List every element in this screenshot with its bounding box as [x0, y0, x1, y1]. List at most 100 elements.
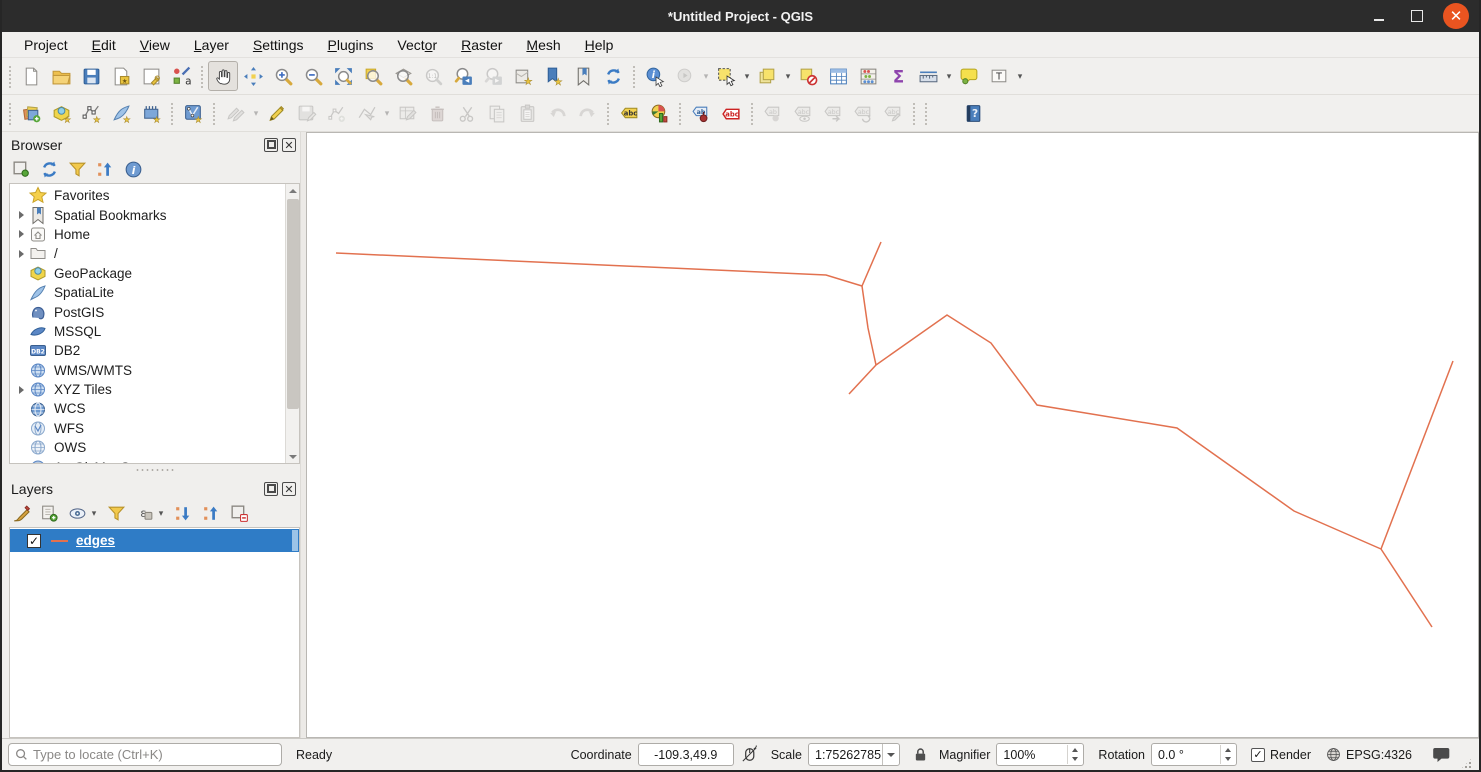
deselect-features-button[interactable]	[793, 61, 823, 91]
toolbar-handle[interactable]	[911, 101, 917, 125]
browser-float-button[interactable]	[264, 138, 278, 152]
zoom-full-button[interactable]	[328, 61, 358, 91]
rotation-spinbox[interactable]: 0.0 °	[1151, 743, 1237, 766]
zoom-last-button[interactable]	[448, 61, 478, 91]
magnifier-down-arrow[interactable]	[1068, 755, 1082, 765]
render-checkbox-group[interactable]: ✓ Render	[1251, 748, 1311, 762]
layers-close-button[interactable]: ✕	[282, 482, 296, 496]
vertex-tool-button[interactable]	[351, 98, 381, 128]
current-edits-button[interactable]	[220, 98, 250, 128]
show-statistical-summary-button[interactable]: Σ	[883, 61, 913, 91]
properties-widget-icon[interactable]: i	[123, 159, 144, 180]
browser-item-wfs[interactable]: WFS	[10, 419, 299, 438]
open-data-source-manager-button[interactable]	[16, 98, 46, 128]
save-layer-edits-button[interactable]	[291, 98, 321, 128]
collapse-all-icon[interactable]	[95, 159, 116, 180]
rotate-label-button[interactable]: abc	[848, 98, 878, 128]
show-spatial-bookmarks-button[interactable]	[568, 61, 598, 91]
new-print-layout-button[interactable]: ★	[106, 61, 136, 91]
show-hide-labels-button[interactable]: abc	[788, 98, 818, 128]
select-features-by-value-button[interactable]	[752, 61, 782, 91]
show-layout-manager-button[interactable]	[136, 61, 166, 91]
zoom-to-layer-button[interactable]	[388, 61, 418, 91]
layers-float-button[interactable]	[264, 482, 278, 496]
menu-help[interactable]: Help	[573, 34, 626, 56]
layer-row-edges[interactable]: ✓ edges	[10, 529, 299, 552]
refresh-map-button[interactable]	[598, 61, 628, 91]
log-messages-bubble-icon[interactable]	[1432, 746, 1452, 764]
toolbar-handle[interactable]	[199, 64, 205, 88]
add-group-icon[interactable]	[39, 503, 60, 524]
move-label-button[interactable]: abc	[818, 98, 848, 128]
new-map-view-button[interactable]: ★	[508, 61, 538, 91]
browser-item-geopackage[interactable]: GeoPackage	[10, 264, 299, 283]
pan-map-to-selection-button[interactable]	[238, 61, 268, 91]
rotation-up-arrow[interactable]	[1221, 745, 1235, 755]
pin-unpin-labels-button[interactable]: ab	[758, 98, 788, 128]
lock-scale-icon[interactable]	[912, 746, 929, 763]
new-temporary-scratch-layer-button[interactable]: ★	[178, 98, 208, 128]
map-canvas[interactable]	[306, 132, 1479, 738]
layer-visibility-checkbox[interactable]: ✓	[27, 534, 41, 548]
window-resize-grip[interactable]	[1460, 757, 1473, 770]
filter-legend-icon[interactable]	[106, 503, 127, 524]
modify-attributes-button[interactable]	[392, 98, 422, 128]
open-attribute-table-button[interactable]	[823, 61, 853, 91]
toolbar-handle[interactable]	[631, 64, 637, 88]
new-geopackage-layer-button[interactable]: ★	[46, 98, 76, 128]
scrollbar-down-arrow[interactable]	[286, 450, 300, 463]
menu-mesh[interactable]: Mesh	[514, 34, 572, 56]
scale-dropdown-arrow[interactable]	[882, 744, 899, 765]
magnifier-spinbox[interactable]: 100%	[996, 743, 1084, 766]
change-label-properties-button[interactable]: abc	[878, 98, 908, 128]
annotation-dropdown[interactable]: ▾	[1015, 71, 1025, 82]
scale-combobox[interactable]: 1:75262785	[808, 743, 900, 766]
render-checkbox[interactable]: ✓	[1251, 748, 1265, 762]
identify-features-button[interactable]: i	[640, 61, 670, 91]
rotation-down-arrow[interactable]	[1221, 755, 1235, 765]
browser-item-favorites[interactable]: Favorites	[10, 186, 299, 205]
zoom-to-selection-button[interactable]	[358, 61, 388, 91]
minimize-button[interactable]	[1367, 4, 1391, 28]
remove-layer-icon[interactable]	[229, 503, 250, 524]
measure-line-button[interactable]	[913, 61, 943, 91]
zoom-out-button[interactable]	[298, 61, 328, 91]
map-tips-button[interactable]	[954, 61, 984, 91]
browser-item-postgis[interactable]: PostGIS	[10, 302, 299, 321]
refresh-browser-icon[interactable]	[39, 159, 60, 180]
style-manager-button[interactable]: a	[166, 61, 196, 91]
toolbar-handle[interactable]	[211, 101, 217, 125]
new-virtual-layer-button[interactable]: ★	[136, 98, 166, 128]
add-selected-layers-icon[interactable]	[11, 159, 32, 180]
menu-project[interactable]: Project	[12, 34, 80, 56]
scrollbar-thumb[interactable]	[287, 199, 299, 409]
filter-browser-icon[interactable]	[67, 159, 88, 180]
browser-item-home[interactable]: Home	[10, 225, 299, 244]
browser-item-spatialite[interactable]: SpatiaLite	[10, 283, 299, 302]
toolbar-handle[interactable]	[749, 101, 755, 125]
close-button[interactable]: ✕	[1443, 3, 1469, 29]
layer-styling-brush-icon[interactable]	[11, 503, 32, 524]
scrollbar-up-arrow[interactable]	[286, 184, 300, 197]
current-edits-dropdown[interactable]: ▾	[251, 108, 261, 119]
menu-layer[interactable]: Layer	[182, 34, 241, 56]
browser-item-arcgismapserver[interactable]: ArcGisMapServer	[10, 457, 299, 464]
collapse-all-icon[interactable]	[201, 503, 222, 524]
zoom-in-button[interactable]	[268, 61, 298, 91]
toolbar-handle[interactable]	[923, 101, 929, 125]
new-shapefile-layer-button[interactable]: ★	[76, 98, 106, 128]
menu-edit[interactable]: Edit	[80, 34, 128, 56]
new-spatialite-layer-button[interactable]: ★	[106, 98, 136, 128]
menu-plugins[interactable]: Plugins	[315, 34, 385, 56]
redo-button[interactable]	[572, 98, 602, 128]
zoom-next-button[interactable]	[478, 61, 508, 91]
zoom-to-native-resolution-button[interactable]: 1:1	[418, 61, 448, 91]
toolbar-handle[interactable]	[677, 101, 683, 125]
menu-settings[interactable]: Settings	[241, 34, 316, 56]
text-annotation-button[interactable]: T	[984, 61, 1014, 91]
browser-close-button[interactable]: ✕	[282, 138, 296, 152]
browser-scrollbar[interactable]	[285, 184, 299, 463]
menu-vector[interactable]: Vector	[385, 34, 449, 56]
cut-features-button[interactable]	[452, 98, 482, 128]
expand-all-icon[interactable]	[173, 503, 194, 524]
